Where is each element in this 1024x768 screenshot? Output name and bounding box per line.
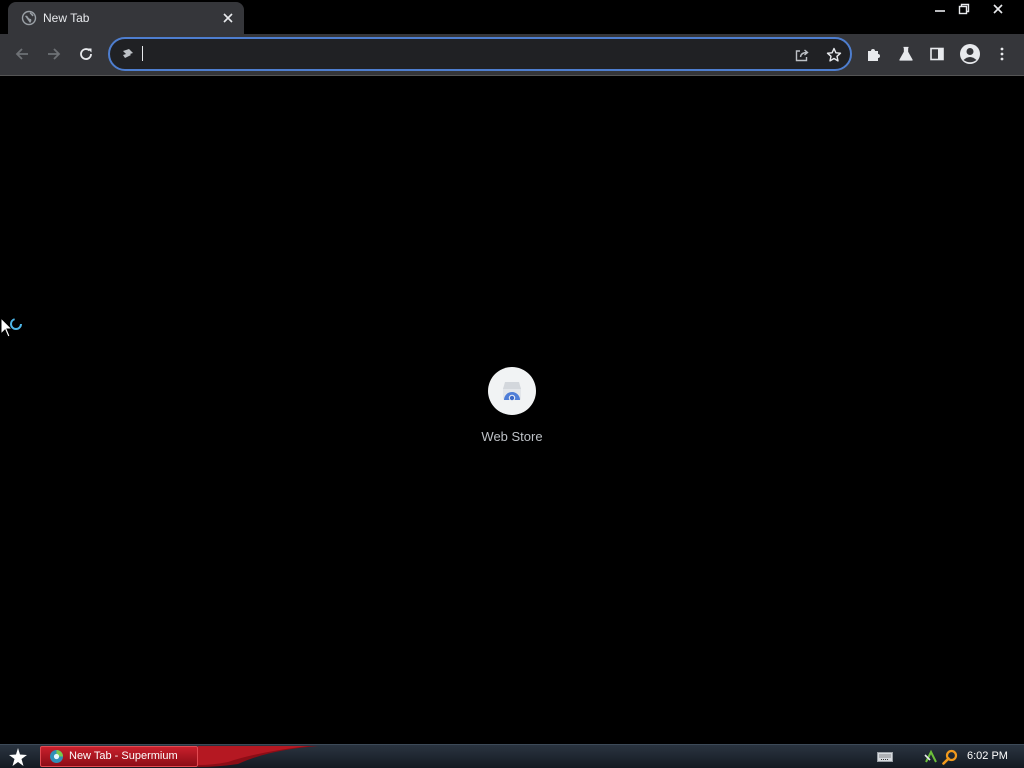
address-bar[interactable] xyxy=(108,37,852,71)
taskbar-item-supermium[interactable]: New Tab - Supermium xyxy=(40,746,198,767)
magnifier-icon[interactable] xyxy=(942,749,958,765)
flask-icon[interactable] xyxy=(891,39,921,69)
keyboard-icon[interactable] xyxy=(877,749,893,765)
side-panel-icon[interactable] xyxy=(922,39,952,69)
forward-arrow-icon[interactable] xyxy=(39,39,69,69)
kebab-menu-icon[interactable] xyxy=(987,39,1017,69)
taskbar: New Tab - Supermium 6:02 PM xyxy=(0,744,1024,768)
share-icon[interactable] xyxy=(790,43,814,67)
star-icon[interactable] xyxy=(822,43,846,67)
taskbar-decoration xyxy=(198,746,318,767)
busy-cursor-icon xyxy=(0,316,26,345)
tab-title: New Tab xyxy=(43,11,90,25)
new-tab-page: Web Store xyxy=(0,77,1024,744)
text-caret xyxy=(142,46,143,61)
screen: New Tab Web Store New Tab - Supermium 6:… xyxy=(0,0,1024,768)
web-store-icon xyxy=(488,367,536,415)
taskbar-clock[interactable]: 6:02 PM xyxy=(967,750,1008,762)
tab-new-tab[interactable]: New Tab xyxy=(8,2,244,34)
site-info-icon[interactable] xyxy=(120,46,136,62)
profile-icon[interactable] xyxy=(955,39,985,69)
puzzle-icon[interactable] xyxy=(859,39,889,69)
shortcut-label: Web Store xyxy=(481,429,543,444)
supermium-icon xyxy=(49,749,64,764)
close-icon[interactable] xyxy=(218,8,238,28)
shortcut-web-store[interactable]: Web Store xyxy=(472,367,552,447)
address-input[interactable] xyxy=(140,43,784,67)
restore-icon[interactable] xyxy=(949,0,979,18)
tab-strip: New Tab xyxy=(0,0,1024,34)
taskbar-item-label: New Tab - Supermium xyxy=(69,750,178,762)
star-start-icon[interactable] xyxy=(4,746,32,768)
window-close-icon[interactable] xyxy=(983,0,1013,18)
globe-icon xyxy=(21,10,37,26)
browser-toolbar xyxy=(0,34,1024,76)
back-arrow-icon[interactable] xyxy=(7,39,37,69)
network-icon[interactable] xyxy=(923,749,939,765)
reload-icon[interactable] xyxy=(71,39,101,69)
